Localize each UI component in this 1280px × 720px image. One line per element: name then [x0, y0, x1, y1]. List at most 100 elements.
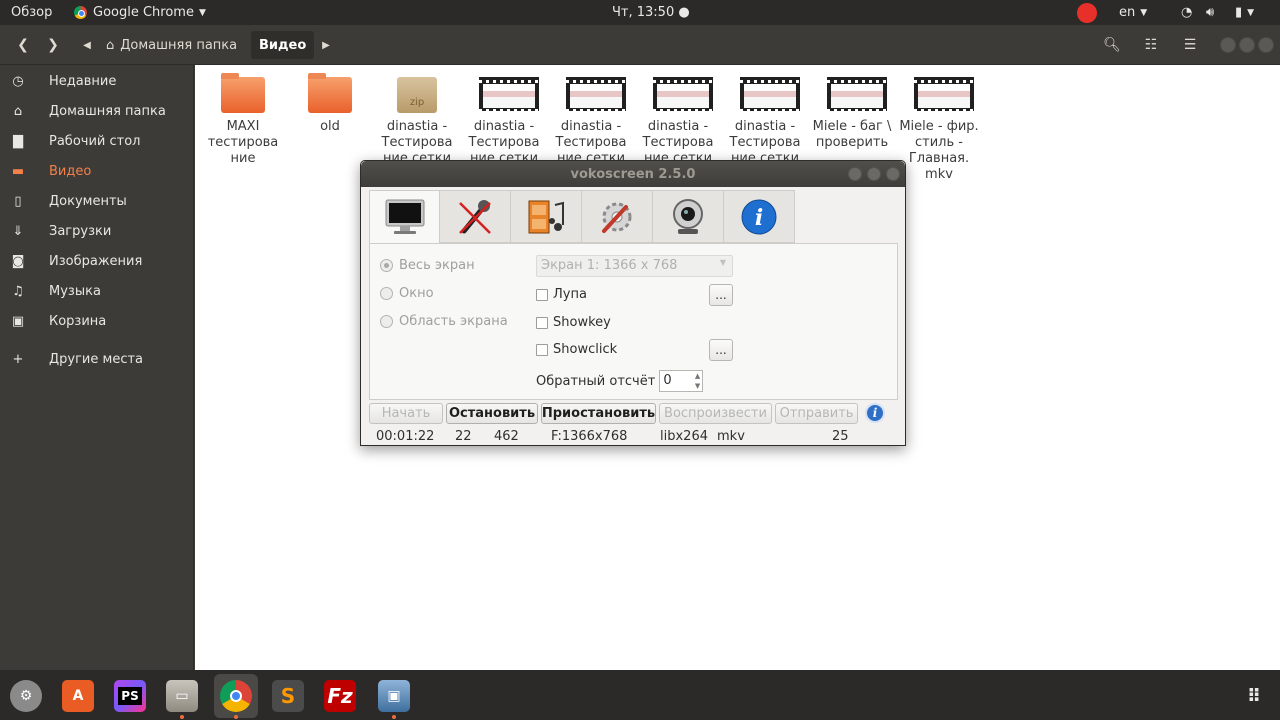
- info-icon[interactable]: i: [865, 403, 885, 423]
- minimize-button[interactable]: [1220, 37, 1236, 53]
- close-button[interactable]: [1258, 37, 1274, 53]
- clock[interactable]: Чт, 13:50 ●: [612, 0, 690, 25]
- file-item[interactable]: Miele - баг \ проверить: [812, 77, 892, 151]
- tab-about[interactable]: i: [724, 190, 795, 243]
- back-button[interactable]: ❮: [10, 32, 36, 58]
- maximize-button[interactable]: [867, 167, 881, 181]
- file-item[interactable]: dinastia - Тестирова ние сетки: [551, 77, 631, 167]
- info-icon: i: [741, 199, 777, 234]
- stop-button[interactable]: Остановить: [446, 403, 538, 424]
- showclick-settings-button[interactable]: ...: [709, 339, 733, 361]
- top-panel: Обзор Google Chrome ▼ Чт, 13:50 ● en ▼ ◔ 🔊…: [0, 0, 1280, 25]
- menu-icon[interactable]: ☰: [1177, 32, 1203, 58]
- film-music-icon: [528, 200, 564, 233]
- document-icon: ▯: [14, 193, 22, 209]
- zip-archive-icon: zip: [397, 77, 437, 113]
- vokoscreen-app[interactable]: ▣: [372, 674, 416, 719]
- sidebar-item-downloads[interactable]: ⇓ Загрузки: [0, 216, 194, 246]
- minimize-button[interactable]: [848, 167, 862, 181]
- record-indicator[interactable]: [1077, 0, 1097, 25]
- radio-window[interactable]: Окно: [380, 286, 434, 301]
- software-center-app[interactable]: A: [56, 674, 100, 718]
- running-indicator: [392, 715, 396, 719]
- sidebar-item-documents[interactable]: ▯ Документы: [0, 186, 194, 216]
- send-button[interactable]: Отправить: [775, 403, 858, 424]
- sidebar-item-trash[interactable]: ▣ Корзина: [0, 306, 194, 336]
- screen-select[interactable]: Экран 1: 1366 x 768 ▼: [536, 255, 733, 277]
- forward-button[interactable]: ❯: [40, 32, 66, 58]
- file-item[interactable]: MAXI тестирова ние: [203, 73, 283, 167]
- filezilla-icon: Fz: [324, 680, 356, 712]
- sidebar-item-home[interactable]: ⌂ Домашняя папка: [0, 96, 194, 126]
- status-rate: 25: [832, 429, 849, 444]
- phpstorm-icon: PS: [114, 680, 146, 712]
- activities-button[interactable]: Обзор: [11, 0, 52, 25]
- sidebar-item-music[interactable]: ♫ Музыка: [0, 276, 194, 306]
- close-button[interactable]: [886, 167, 900, 181]
- radio-fullscreen[interactable]: Весь экран: [380, 258, 475, 273]
- monitor-icon: [385, 199, 424, 234]
- tab-screen[interactable]: [369, 190, 440, 244]
- search-icon[interactable]: 🔍︎: [1099, 32, 1125, 58]
- language-switcher[interactable]: en ▼: [1119, 0, 1147, 25]
- file-item[interactable]: dinastia - Тестирова ние сетки: [725, 77, 805, 167]
- settings-app[interactable]: ⚙: [4, 674, 48, 718]
- tab-webcam[interactable]: [653, 190, 724, 243]
- breadcrumb-left-arrow[interactable]: ◀: [78, 32, 96, 58]
- sidebar-item-recent[interactable]: ◷ Недавние: [0, 66, 194, 96]
- chevron-down-icon: ▼: [1140, 7, 1148, 18]
- file-item[interactable]: dinastia - Тестирова ние сетки: [638, 77, 718, 167]
- checkbox-showclick[interactable]: Showclick: [536, 342, 617, 357]
- spin-up-icon[interactable]: ▲: [695, 372, 700, 380]
- video-thumbnail-icon: [740, 77, 800, 112]
- breadcrumb-right-arrow[interactable]: ▶: [318, 32, 334, 58]
- start-button[interactable]: Начать: [369, 403, 443, 424]
- checkbox-magnifier[interactable]: Лупа: [536, 287, 587, 302]
- pause-button[interactable]: Приостановить: [541, 403, 656, 424]
- wifi-icon[interactable]: ◔: [1181, 0, 1192, 25]
- webcam-icon: [673, 198, 703, 234]
- status-format: F:1366x768: [551, 429, 628, 444]
- countdown-row: Обратный отсчёт 0 ▲ ▼: [536, 370, 704, 392]
- countdown-spinbox[interactable]: 0 ▲ ▼: [659, 370, 704, 392]
- status-container: mkv: [717, 429, 745, 444]
- app-grid-icon: ⠿: [1246, 685, 1262, 707]
- sidebar-item-pictures[interactable]: ◙ Изображения: [0, 246, 194, 276]
- sublime-text-app[interactable]: S: [266, 674, 310, 718]
- spin-down-icon[interactable]: ▼: [695, 382, 700, 390]
- vokoscreen-titlebar[interactable]: vokoscreen 2.5.0: [361, 161, 905, 187]
- battery-icon[interactable]: ▮ ▼: [1235, 0, 1254, 25]
- dock: ⚙ A PS ▭ S Fz ▣ ⠿: [0, 670, 1280, 720]
- chrome-app[interactable]: [214, 674, 258, 719]
- maximize-button[interactable]: [1239, 37, 1255, 53]
- file-manager-app[interactable]: ▭: [160, 674, 204, 719]
- tab-settings[interactable]: [582, 190, 653, 243]
- file-item[interactable]: dinastia - Тестирова ние сетки: [464, 77, 544, 167]
- magnifier-settings-button[interactable]: ...: [709, 284, 733, 306]
- view-toggle-icon[interactable]: ☷: [1138, 32, 1164, 58]
- file-item[interactable]: Miele - фир. стиль - Главная. mkv: [899, 77, 979, 183]
- chevron-left-icon: ❮: [17, 37, 29, 53]
- checkbox-showkey[interactable]: Showkey: [536, 315, 611, 330]
- phpstorm-app[interactable]: PS: [108, 674, 152, 718]
- tab-video-settings[interactable]: [511, 190, 582, 243]
- filezilla-app[interactable]: Fz: [318, 674, 362, 718]
- app-menu[interactable]: Google Chrome ▼: [74, 0, 206, 25]
- tab-audio-settings[interactable]: [440, 190, 511, 243]
- sidebar-item-other-locations[interactable]: + Другие места: [0, 344, 194, 374]
- sidebar-item-video[interactable]: ▬ Видео: [0, 156, 194, 186]
- breadcrumb-home[interactable]: ⌂ Домашняя папка: [98, 31, 245, 59]
- file-item[interactable]: old: [290, 73, 370, 135]
- trash-icon: ▣: [11, 313, 25, 329]
- volume-icon[interactable]: 🔊︎: [1206, 0, 1214, 25]
- status-fps: 22: [455, 429, 472, 444]
- show-applications-button[interactable]: ⠿: [1232, 674, 1276, 718]
- gear-icon: ⚙: [10, 680, 42, 712]
- radio-area[interactable]: Область экрана: [380, 314, 508, 329]
- video-thumbnail-icon: [479, 77, 539, 112]
- file-item[interactable]: zip dinastia - Тестирова ние сетки: [377, 77, 457, 167]
- software-bag-icon: A: [62, 680, 94, 712]
- sidebar-item-desktop[interactable]: ▇ Рабочий стол: [0, 126, 194, 156]
- play-button[interactable]: Воспроизвести: [659, 403, 772, 424]
- breadcrumb-current[interactable]: Видео: [251, 31, 315, 59]
